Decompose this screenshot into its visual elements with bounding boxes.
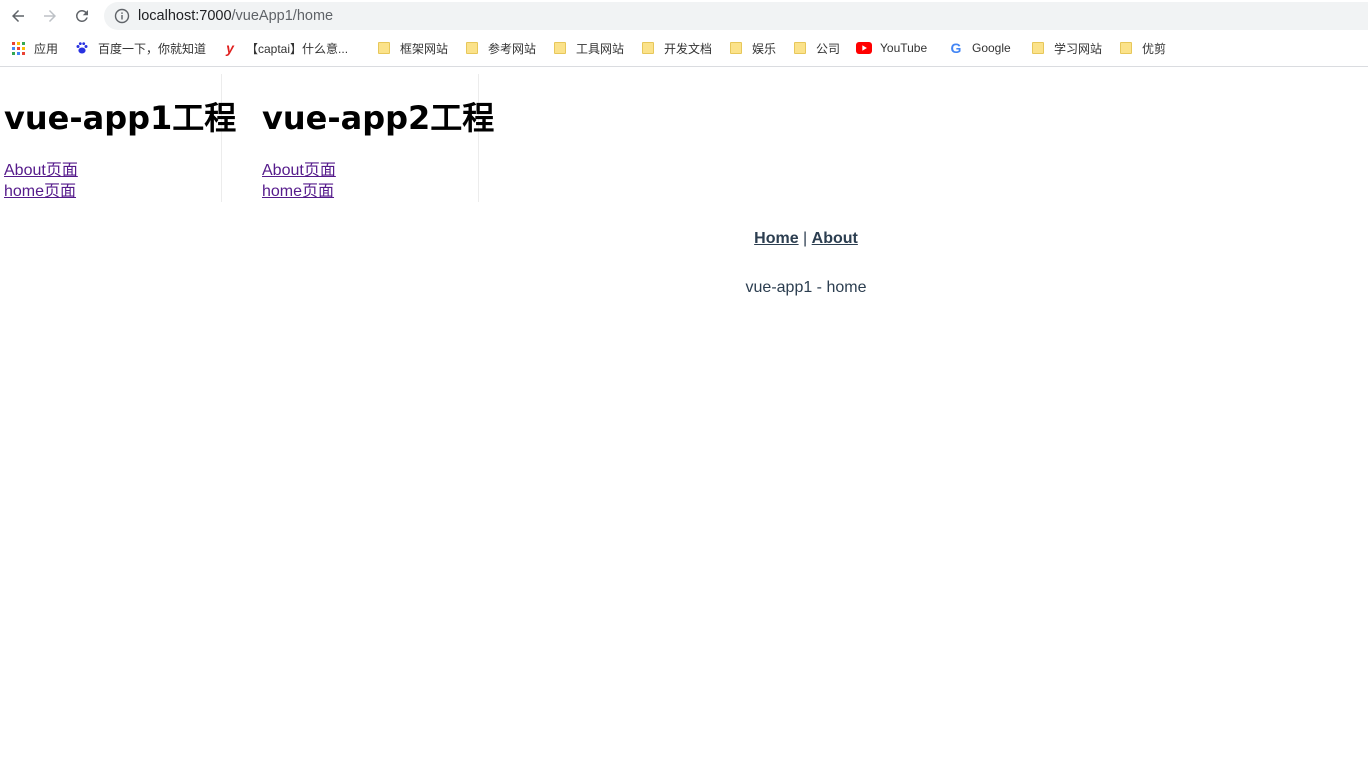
chrome-divider [0, 66, 1368, 67]
folder-icon [1030, 40, 1046, 56]
nav-separator: | [803, 230, 808, 247]
youtube-icon [856, 40, 872, 56]
folder-icon [552, 40, 568, 56]
bookmark-label: 娱乐 [752, 41, 777, 56]
bookmark-label: Google [972, 41, 1011, 55]
bookmark-label: 开发文档 [664, 41, 713, 56]
nav-home-link[interactable]: Home [754, 230, 798, 247]
folder-icon [728, 40, 744, 56]
bookmark-folder[interactable]: 公司 [792, 36, 840, 60]
folder-icon [1118, 40, 1134, 56]
bookmark-label: 公司 [816, 41, 841, 56]
url-path: /vueApp1/home [231, 8, 334, 24]
bookmark-captai[interactable]: y 【captai】什么意... [222, 36, 348, 60]
browser-toolbar: localhost:7000/vueApp1/home [0, 0, 1368, 32]
app2-panel: vue-app2工程 About页面 home页面 [258, 74, 494, 202]
info-icon[interactable] [114, 8, 130, 24]
arrow-right-icon [44, 10, 56, 22]
bookmark-folder[interactable]: 参考网站 [464, 36, 536, 60]
subapp-nav: Home | About [0, 230, 1368, 248]
google-icon: G [950, 40, 962, 56]
home-page-link[interactable]: home页面 [4, 182, 76, 202]
back-button[interactable] [6, 4, 30, 28]
bookmark-youtube[interactable]: YouTube [856, 36, 927, 60]
folder-icon [376, 40, 392, 56]
subapp-view-text: vue-app1 - home [745, 279, 867, 296]
bookmark-folder[interactable]: 工具网站 [552, 36, 624, 60]
bookmark-folder[interactable]: 娱乐 [728, 36, 776, 60]
bookmark-baidu[interactable]: 百度一下，你就知道 [74, 36, 206, 60]
about-page-link[interactable]: About页面 [262, 161, 336, 181]
bookmark-label: 应用 [34, 41, 59, 56]
bookmark-folder[interactable]: 学习网站 [1030, 36, 1102, 60]
folder-icon [792, 40, 808, 56]
bookmarks-bar: 应用 百度一下，你就知道 y 【captai】什么意... 框架网站 参考网站 … [0, 36, 1368, 60]
youdao-y-icon: y [226, 40, 234, 56]
bookmark-label: 优剪 [1142, 41, 1167, 56]
bookmark-apps[interactable]: 应用 [10, 36, 58, 60]
address-bar[interactable]: localhost:7000/vueApp1/home [104, 2, 1368, 30]
app1-panel: vue-app1工程 About页面 home页面 [0, 74, 236, 202]
bookmark-label: 【captai】什么意... [246, 41, 349, 56]
arrow-left-icon [12, 10, 24, 22]
about-page-link[interactable]: About页面 [4, 161, 78, 181]
baidu-paw-icon [74, 40, 90, 56]
folder-icon [640, 40, 656, 56]
reload-button[interactable] [70, 4, 94, 28]
home-page-link[interactable]: home页面 [262, 182, 334, 202]
bookmark-folder[interactable]: 框架网站 [376, 36, 448, 60]
forward-button[interactable] [38, 4, 62, 28]
bookmark-folder[interactable]: 开发文档 [640, 36, 712, 60]
nav-about-link[interactable]: About [812, 230, 858, 247]
url-host: localhost:7000 [138, 8, 232, 24]
address-url[interactable]: localhost:7000/vueApp1/home [138, 8, 333, 24]
app-title: vue-app1工程 [4, 99, 237, 137]
bookmark-folder[interactable]: 优剪 [1118, 36, 1166, 60]
bookmark-label: YouTube [880, 41, 928, 55]
reload-icon [75, 9, 88, 22]
bookmark-label: 工具网站 [576, 41, 625, 56]
bookmark-label: 百度一下，你就知道 [98, 41, 207, 56]
folder-icon [464, 40, 480, 56]
app-title: vue-app2工程 [262, 99, 495, 137]
bookmark-label: 学习网站 [1054, 41, 1103, 56]
bookmark-label: 框架网站 [400, 41, 449, 56]
apps-grid-icon [10, 40, 26, 56]
bookmark-label: 参考网站 [488, 41, 537, 56]
bookmark-google[interactable]: G Google [948, 36, 1011, 60]
